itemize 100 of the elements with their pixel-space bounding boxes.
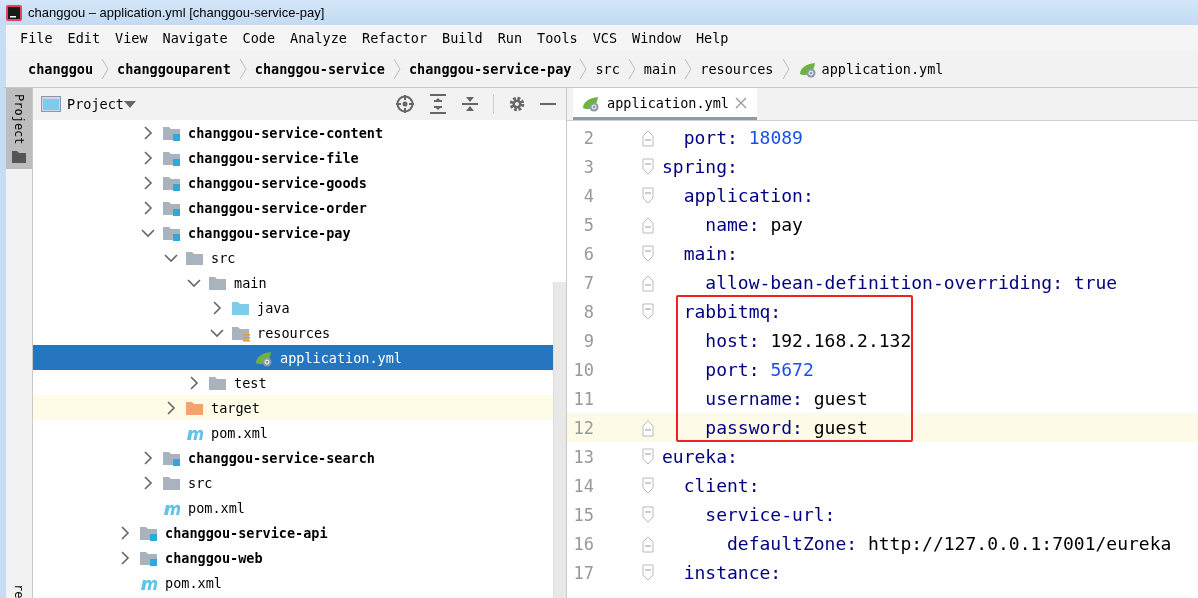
tree-item[interactable]: changgou-service-order [33,195,553,220]
chevron-right-icon[interactable] [166,400,176,415]
dropdown-caret-icon[interactable] [123,100,136,108]
menu-item[interactable]: Build [442,29,483,46]
target-icon[interactable] [395,94,415,114]
tree-item[interactable]: java [33,295,553,320]
tree-item[interactable]: pom.xml [33,495,553,520]
code-line: spring: [662,156,738,177]
menu-item[interactable]: Tools [537,29,578,46]
tree-item[interactable]: changgou-web [33,545,553,570]
tree-item[interactable]: main [33,270,553,295]
tree-item[interactable]: changgou-service-content [33,120,553,145]
chevron-right-icon[interactable] [143,450,153,465]
chevron-right-icon[interactable] [120,525,130,540]
tool-window-tab[interactable]: Project [6,88,32,169]
close-icon[interactable] [734,96,747,109]
breadcrumb[interactable]: resources [700,60,774,77]
line-number: 5 [582,214,594,235]
line-number: 11 [572,388,594,409]
menu-item[interactable]: File [20,29,53,46]
menu-item[interactable]: Analyze [290,29,347,46]
separator-icon [627,57,636,80]
scrollbar[interactable] [553,282,566,598]
breadcrumb[interactable]: src [595,60,620,77]
code-line: defaultZone: http://127.0.0.1:7001/eureka [726,533,1172,554]
breadcrumb[interactable]: changgouparent [117,60,231,77]
minimize-icon[interactable] [540,102,556,106]
tree-item[interactable]: pom.xml [33,570,553,595]
line-number: 16 [572,533,594,554]
separator-icon [238,57,247,80]
breadcrumb[interactable]: changgou-service-pay [408,60,572,77]
menu-item[interactable]: Code [242,29,276,46]
line-number: 14 [572,475,594,496]
tree-item[interactable]: src [33,245,553,270]
line-number: 15 [572,504,594,525]
chevron-right-icon[interactable] [143,200,153,215]
settings-icon[interactable] [508,95,526,113]
code-line: host: 192.168.2.132 [704,330,912,351]
separator-icon [392,57,401,80]
menu-item[interactable]: Edit [67,29,101,46]
menu-item[interactable]: Navigate [162,29,228,46]
menu-item[interactable]: Refactor [362,29,428,46]
chevron-down-icon[interactable] [210,327,224,338]
menu-item[interactable]: VCS [592,29,618,46]
tree-item[interactable]: pom.xml [33,420,553,445]
chevron-down-icon[interactable] [187,277,201,288]
line-number: 10 [572,359,594,380]
line-number: 6 [582,243,594,264]
chevron-right-icon[interactable] [143,150,153,165]
chevron-down-icon[interactable] [141,227,155,238]
code-line: rabbitmq: [682,301,782,322]
code-line: password: guest [704,417,868,438]
chevron-right-icon[interactable] [143,475,153,490]
breadcrumb[interactable]: application.yml [797,59,944,78]
tree-item[interactable]: changgou-service-search [33,445,553,470]
menu-item[interactable]: View [115,29,148,46]
editor-tab[interactable]: application.yml [573,88,757,120]
tree-item[interactable]: changgou-service-goods [33,170,553,195]
separator-icon [101,57,110,80]
tool-window-tab[interactable]: re [6,579,32,598]
chevron-right-icon[interactable] [189,375,199,390]
chevron-down-icon[interactable] [164,252,178,263]
tree-item[interactable]: changgou-service-api [33,520,553,545]
menu-item[interactable]: Run [497,29,523,46]
menu-item[interactable]: Help [695,29,729,46]
tree-item[interactable]: test [33,370,553,395]
line-number: 17 [572,562,594,583]
separator-icon [579,57,588,80]
tree-item[interactable]: src [33,470,553,495]
chevron-right-icon[interactable] [143,175,153,190]
code-line: allow-bean-definition-overriding: true [704,272,1118,293]
code-line: username: guest [704,388,868,409]
tree-item[interactable]: changgou-service-pay [33,220,553,245]
code-line: instance: [682,562,782,583]
line-number: 7 [582,272,594,293]
line-number: 9 [582,330,594,351]
code-line: application: [682,185,814,206]
line-number: 8 [582,301,594,322]
code-line: port: 5672 [704,359,814,380]
line-number: 3 [582,156,594,177]
code-line: port: 18089 [682,127,803,148]
menu-item[interactable]: Window [632,29,681,46]
expand-all-icon[interactable] [429,94,447,114]
tree-item[interactable]: resources [33,320,553,345]
breadcrumb[interactable]: changgou [28,60,94,77]
app-logo-icon [6,4,22,21]
chevron-right-icon[interactable] [120,550,130,565]
chevron-right-icon[interactable] [143,125,153,140]
tree-item[interactable]: changgou-service-file [33,145,553,170]
separator-icon [781,57,790,80]
code-line: service-url: [704,504,836,525]
tree-item[interactable]: target [33,395,553,420]
tree-item[interactable]: application.yml [33,345,553,370]
line-number: 13 [572,446,594,467]
window-icon [41,96,61,112]
breadcrumb[interactable]: main [643,60,677,77]
collapse-all-icon[interactable] [461,94,479,114]
separator-icon [684,57,693,80]
breadcrumb[interactable]: changgou-service [254,60,385,77]
chevron-right-icon[interactable] [212,300,222,315]
